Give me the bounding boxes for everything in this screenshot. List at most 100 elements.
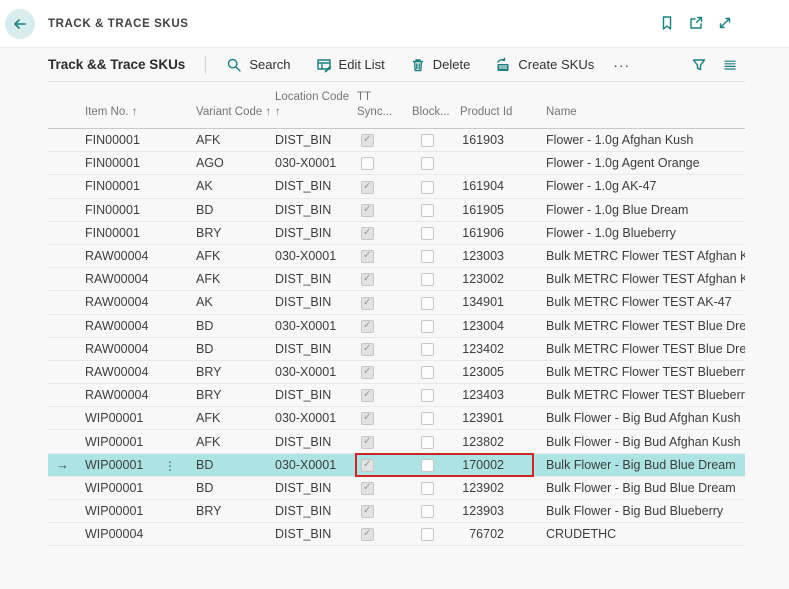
item-no-cell[interactable]: RAW00004 [85, 272, 196, 286]
blocked-checkbox[interactable] [421, 482, 434, 495]
tt-sync-checkbox[interactable] [361, 157, 374, 170]
item-no-cell[interactable]: RAW00004 [85, 342, 196, 356]
tt-sync-checkbox[interactable] [361, 366, 374, 379]
name-cell[interactable]: Flower - 1.0g Agent Orange [546, 156, 745, 170]
name-cell[interactable]: Bulk METRC Flower TEST Blueberry [546, 365, 745, 379]
table-row[interactable]: →WIP00001⋮BD030-X0001170002Bulk Flower -… [48, 454, 745, 477]
location-code-cell[interactable]: 030-X0001 [275, 458, 357, 472]
name-cell[interactable]: Bulk Flower - Big Bud Afghan Kush [546, 435, 745, 449]
variant-code-cell[interactable]: AK [196, 295, 275, 309]
variant-code-cell[interactable]: BRY [196, 226, 275, 240]
item-no-cell[interactable]: WIP00004 [85, 527, 196, 541]
product-id-cell[interactable]: 123002 [460, 272, 546, 286]
product-id-cell[interactable]: 123402 [460, 342, 546, 356]
location-code-cell[interactable]: DIST_BIN [275, 272, 357, 286]
product-id-cell[interactable]: 123004 [460, 319, 546, 333]
tt-sync-checkbox[interactable] [361, 181, 374, 194]
variant-code-cell[interactable]: BD [196, 481, 275, 495]
variant-code-cell[interactable]: BD [196, 342, 275, 356]
tt-sync-checkbox[interactable] [361, 134, 374, 147]
location-code-cell[interactable]: 030-X0001 [275, 411, 357, 425]
blocked-checkbox[interactable] [421, 436, 434, 449]
delete-button[interactable]: Delete [410, 57, 471, 73]
blocked-checkbox[interactable] [421, 366, 434, 379]
location-code-cell[interactable]: DIST_BIN [275, 203, 357, 217]
name-cell[interactable]: Flower - 1.0g AK-47 [546, 179, 745, 193]
table-row[interactable]: RAW00004BRY030-X0001123005Bulk METRC Flo… [48, 361, 745, 384]
table-row[interactable]: FIN00001BDDIST_BIN161905Flower - 1.0g Bl… [48, 199, 745, 222]
variant-code-cell[interactable]: AFK [196, 435, 275, 449]
item-no-cell[interactable]: FIN00001 [85, 179, 196, 193]
product-id-cell[interactable]: 134901 [460, 295, 546, 309]
product-id-cell[interactable]: 123902 [460, 481, 546, 495]
item-no-cell[interactable]: WIP00001 [85, 481, 196, 495]
product-id-cell[interactable]: 161905 [460, 203, 546, 217]
name-cell[interactable]: Bulk Flower - Big Bud Blueberry [546, 504, 745, 518]
column-header-item-no[interactable]: Item No. ↑ [85, 82, 196, 128]
blocked-checkbox[interactable] [421, 227, 434, 240]
table-row[interactable]: RAW00004AKDIST_BIN134901Bulk METRC Flowe… [48, 291, 745, 314]
table-row[interactable]: WIP00001BDDIST_BIN123902Bulk Flower - Bi… [48, 477, 745, 500]
variant-code-cell[interactable]: AFK [196, 272, 275, 286]
name-cell[interactable]: Flower - 1.0g Afghan Kush [546, 133, 745, 147]
blocked-checkbox[interactable] [421, 343, 434, 356]
open-in-window-icon[interactable] [688, 15, 704, 31]
table-row[interactable]: FIN00001BRYDIST_BIN161906Flower - 1.0g B… [48, 222, 745, 245]
table-row[interactable]: FIN00001AGO030-X0001Flower - 1.0g Agent … [48, 152, 745, 175]
item-no-cell[interactable]: RAW00004 [85, 249, 196, 263]
location-code-cell[interactable]: DIST_BIN [275, 435, 357, 449]
name-cell[interactable]: Bulk METRC Flower TEST Blue Dream [546, 319, 745, 333]
location-code-cell[interactable]: DIST_BIN [275, 504, 357, 518]
name-cell[interactable]: CRUDETHC [546, 527, 745, 541]
name-cell[interactable]: Flower - 1.0g Blue Dream [546, 203, 745, 217]
tt-sync-checkbox[interactable] [361, 459, 374, 472]
product-id-cell[interactable]: 161904 [460, 179, 546, 193]
location-code-cell[interactable]: DIST_BIN [275, 295, 357, 309]
tt-sync-checkbox[interactable] [361, 436, 374, 449]
variant-code-cell[interactable]: BD [196, 203, 275, 217]
column-header-blocked[interactable]: Block... [412, 82, 460, 128]
product-id-cell[interactable]: 161906 [460, 226, 546, 240]
tt-sync-checkbox[interactable] [361, 297, 374, 310]
column-header-tt-sync[interactable]: TTSync... [357, 82, 412, 128]
product-id-cell[interactable]: 123005 [460, 365, 546, 379]
variant-code-cell[interactable]: AK [196, 179, 275, 193]
tt-sync-checkbox[interactable] [361, 320, 374, 333]
blocked-checkbox[interactable] [421, 528, 434, 541]
location-code-cell[interactable]: DIST_BIN [275, 342, 357, 356]
location-code-cell[interactable]: 030-X0001 [275, 319, 357, 333]
product-id-cell[interactable]: 123901 [460, 411, 546, 425]
variant-code-cell[interactable]: BRY [196, 388, 275, 402]
location-code-cell[interactable]: DIST_BIN [275, 527, 357, 541]
location-code-cell[interactable]: 030-X0001 [275, 156, 357, 170]
table-row[interactable]: RAW00004AFK030-X0001123003Bulk METRC Flo… [48, 245, 745, 268]
table-row[interactable]: RAW00004BDDIST_BIN123402Bulk METRC Flowe… [48, 338, 745, 361]
product-id-cell[interactable]: 123903 [460, 504, 546, 518]
tt-sync-checkbox[interactable] [361, 412, 374, 425]
item-no-cell[interactable]: WIP00001⋮ [85, 458, 196, 472]
location-code-cell[interactable]: DIST_BIN [275, 179, 357, 193]
name-cell[interactable]: Bulk METRC Flower TEST Afghan Ku... [546, 249, 745, 263]
blocked-checkbox[interactable] [421, 204, 434, 217]
variant-code-cell[interactable]: AGO [196, 156, 275, 170]
name-cell[interactable]: Bulk Flower - Big Bud Blue Dream [546, 458, 745, 472]
row-context-menu-icon[interactable]: ⋮ [164, 459, 176, 472]
product-id-cell[interactable]: 170002 [460, 458, 546, 472]
product-id-cell[interactable]: 161903 [460, 133, 546, 147]
item-no-cell[interactable]: FIN00001 [85, 133, 196, 147]
variant-code-cell[interactable]: AFK [196, 133, 275, 147]
item-no-cell[interactable]: FIN00001 [85, 226, 196, 240]
blocked-checkbox[interactable] [421, 459, 434, 472]
table-row[interactable]: RAW00004BRYDIST_BIN123403Bulk METRC Flow… [48, 384, 745, 407]
search-button[interactable]: Search [226, 57, 290, 73]
blocked-checkbox[interactable] [421, 505, 434, 518]
location-code-cell[interactable]: DIST_BIN [275, 388, 357, 402]
variant-code-cell[interactable]: AFK [196, 411, 275, 425]
tt-sync-checkbox[interactable] [361, 389, 374, 402]
variant-code-cell[interactable]: BD [196, 458, 275, 472]
blocked-checkbox[interactable] [421, 157, 434, 170]
expand-icon[interactable] [717, 15, 733, 31]
blocked-checkbox[interactable] [421, 412, 434, 425]
tt-sync-checkbox[interactable] [361, 343, 374, 356]
column-header-product-id[interactable]: Product Id [460, 82, 546, 128]
